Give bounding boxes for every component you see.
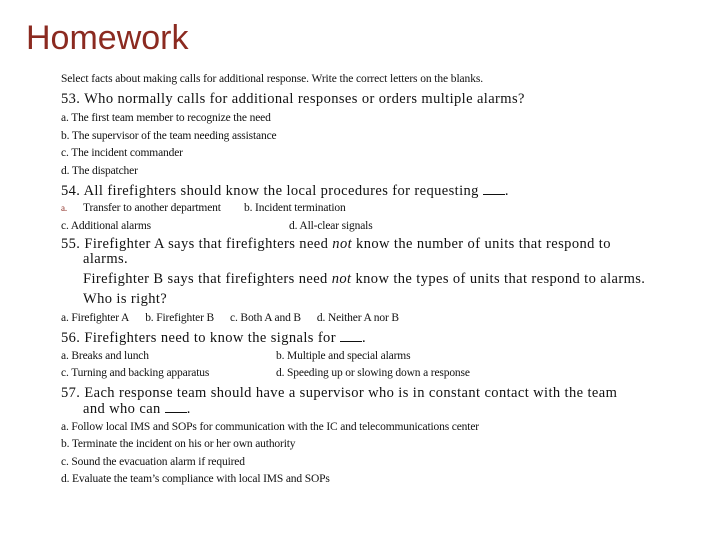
option-a: a. Follow local IMS and SOPs for communi… — [61, 420, 479, 433]
slide: Homework Select facts about making calls… — [0, 0, 720, 540]
options-row: a. Breaks and lunch b. Multiple and spec… — [61, 348, 701, 366]
answer-blank[interactable] — [164, 401, 187, 413]
question-number: 54. — [61, 183, 81, 199]
question-prompt: Firefighters need to know the signals fo… — [84, 329, 336, 346]
question-55: 55. Firefighter A says that firefighters… — [61, 237, 701, 328]
option-a: a. The first team member to recognize th… — [61, 112, 271, 124]
option-c: c. Sound the evacuation alarm if require… — [61, 455, 245, 468]
slide-title: Homework — [26, 19, 189, 57]
question-number: 55. — [61, 236, 81, 252]
option-d: d. Neither A nor B — [316, 312, 399, 324]
question-56: 56. Firefighters need to know the signal… — [61, 330, 701, 383]
option-b: b. Incident termination — [244, 202, 346, 214]
instructions: Select facts about making calls for addi… — [61, 73, 484, 85]
question-57: 57. Each response team should have a sup… — [61, 384, 701, 489]
answer-blank[interactable] — [482, 183, 505, 195]
option-d: d. The dispatcher — [61, 164, 138, 177]
question-54: 54. All firefighters should know the loc… — [61, 183, 701, 235]
option-c: c. Turning and backing apparatus — [61, 367, 210, 379]
option-b: b. Firefighter B — [145, 312, 215, 324]
option-c: c. Additional alarms — [61, 219, 151, 232]
question-number: 53. — [61, 91, 81, 107]
question-text: 57. Each response team should have a sup… — [61, 384, 618, 417]
option-a: a. Firefighter A — [61, 312, 130, 324]
option-d: d. Evaluate the team’s compliance with l… — [61, 473, 330, 485]
question-prompt: All firefighters should know the local p… — [83, 183, 479, 199]
option-b: b. Terminate the incident on his or her … — [61, 438, 296, 450]
options-row: a. Transfer to another department b. Inci… — [61, 200, 701, 218]
question-number: 57. — [61, 384, 81, 401]
option-d: d. Speeding up or slowing down a respons… — [276, 367, 470, 379]
options-row: c. Turning and backing apparatus d. Spee… — [61, 365, 701, 383]
option-b: b. Multiple and special alarms — [276, 349, 411, 362]
question-prompt: Each response team should have a supervi… — [84, 384, 618, 401]
slide-body: Select facts about making calls for addi… — [61, 72, 701, 489]
question-53: 53. Who normally calls for additional re… — [61, 92, 701, 180]
answer-blank[interactable] — [339, 330, 362, 342]
question-text: 54. All firefighters should know the loc… — [61, 183, 509, 199]
option-d: d. All-clear signals — [289, 219, 373, 232]
question-text: 56. Firefighters need to know the signal… — [61, 329, 366, 346]
question-text: 53. Who normally calls for additional re… — [61, 92, 701, 107]
option-c: c. The incident commander — [61, 147, 183, 159]
option-b: b. The supervisor of the team needing as… — [61, 129, 277, 142]
option-marker: a. — [61, 203, 67, 213]
option-c: c. Both A and B — [230, 312, 301, 324]
question-prompt: Who normally calls for additional respon… — [84, 91, 525, 107]
options-row: c. Additional alarms d. All-clear signal… — [61, 218, 701, 236]
question-number: 56. — [61, 329, 81, 346]
question-text: 55. Firefighter A says that firefighters… — [61, 236, 646, 307]
option-a: a. Breaks and lunch — [61, 349, 149, 362]
options-row: a. Firefighter A b. Firefighter B c. Bot… — [61, 310, 701, 328]
